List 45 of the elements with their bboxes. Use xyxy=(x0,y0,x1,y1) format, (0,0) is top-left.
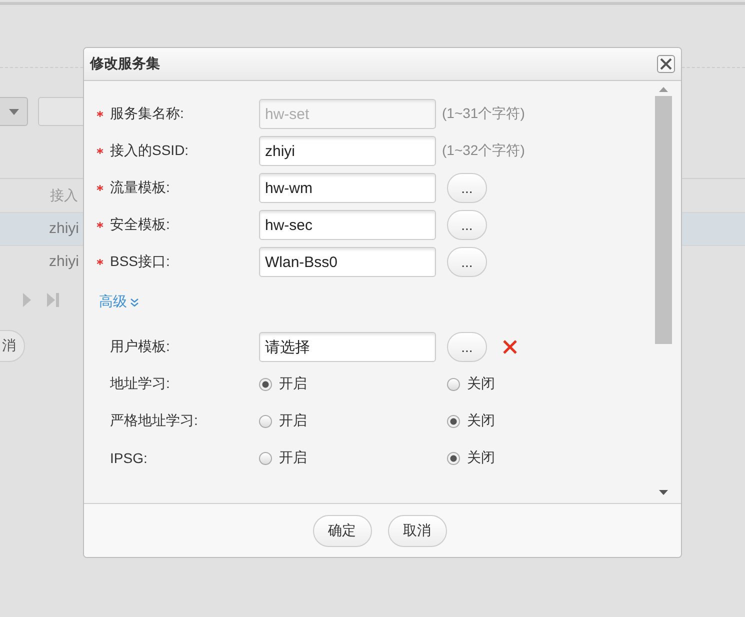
field-label: BSS接口: xyxy=(110,253,171,271)
field-label: 地址学习: xyxy=(110,375,171,393)
field-label: IPSG: xyxy=(110,450,148,466)
radio-button[interactable] xyxy=(259,414,272,428)
field-label: 安全模板: xyxy=(110,216,171,234)
close-button[interactable] xyxy=(657,55,675,73)
radio-button[interactable] xyxy=(259,452,272,464)
radio-label[interactable]: 关闭 xyxy=(467,412,495,430)
radio-button[interactable] xyxy=(447,452,460,464)
scrollbar-thumb[interactable] xyxy=(655,96,672,344)
field-label: 服务集名称: xyxy=(110,105,185,123)
text-field[interactable]: hw-wm xyxy=(259,173,436,203)
field-label: 流量模板: xyxy=(110,179,171,197)
text-field[interactable]: 请选择 xyxy=(259,332,436,362)
dialog-title: 修改服务集 xyxy=(90,55,160,73)
field-hint: (1~32个字符) xyxy=(442,142,525,160)
scroll-down-icon[interactable] xyxy=(659,490,668,495)
text-field[interactable]: zhiyi xyxy=(259,136,436,166)
text-field[interactable]: hw-sec xyxy=(259,210,436,240)
radio-label[interactable]: 开启 xyxy=(279,412,307,430)
cancel-button[interactable]: 消 xyxy=(0,330,25,362)
field-label: 严格地址学习: xyxy=(110,412,199,430)
field-label: 用户模板: xyxy=(110,338,171,356)
column-header: 接入 xyxy=(50,186,78,204)
browse-button[interactable]: ... xyxy=(447,173,487,203)
radio-label[interactable]: 关闭 xyxy=(467,449,495,467)
dialog-button[interactable]: 取消 xyxy=(388,514,446,546)
radio-label[interactable]: 开启 xyxy=(279,449,307,467)
browse-button[interactable]: ... xyxy=(447,210,487,240)
field-hint: (1~31个字符) xyxy=(442,105,525,123)
caret-icon xyxy=(8,108,18,114)
radio-label[interactable]: 关闭 xyxy=(467,375,495,393)
text-field[interactable]: Wlan-Bss0 xyxy=(259,247,436,277)
dropdown[interactable] xyxy=(0,97,28,126)
dialog-button[interactable]: 确定 xyxy=(312,514,372,546)
field-label: 接入的SSID: xyxy=(110,142,190,160)
radio-label[interactable]: 开启 xyxy=(279,375,307,393)
clear-icon[interactable] xyxy=(503,340,517,354)
radio-button[interactable] xyxy=(259,378,272,390)
double-chevron-icon[interactable] xyxy=(130,298,139,306)
browse-button[interactable]: ... xyxy=(447,332,487,362)
scroll-up-icon[interactable] xyxy=(659,87,668,92)
radio-button[interactable] xyxy=(447,378,460,390)
browse-button[interactable]: ... xyxy=(447,247,487,277)
radio-button[interactable] xyxy=(447,414,460,428)
